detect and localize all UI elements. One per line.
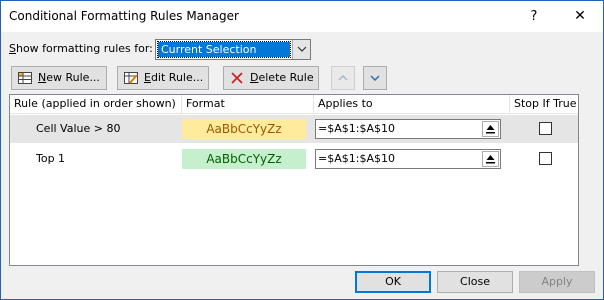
chevron-down-icon[interactable] bbox=[292, 40, 310, 59]
format-preview: AaBbCcYyZz bbox=[182, 149, 306, 169]
rules-manager-dialog: Conditional Formatting Rules Manager ? ✕… bbox=[0, 0, 604, 300]
title-bar: Conditional Formatting Rules Manager ? ✕ bbox=[1, 1, 603, 32]
new-rule-icon bbox=[18, 72, 32, 84]
rule-row[interactable]: Cell Value > 80 AaBbCcYyZz =$A$1:$A$10 bbox=[10, 115, 578, 143]
move-down-button[interactable] bbox=[363, 66, 387, 90]
range-collapse-icon[interactable] bbox=[482, 121, 499, 137]
show-rules-label: Show formatting rules for: bbox=[9, 42, 153, 55]
applies-to-value: =$A$1:$A$10 bbox=[318, 152, 395, 165]
close-window-button[interactable]: ✕ bbox=[557, 1, 603, 32]
edit-rule-icon bbox=[124, 72, 138, 84]
help-button[interactable]: ? bbox=[511, 1, 557, 32]
rule-row[interactable]: Top 1 AaBbCcYyZz =$A$1:$A$10 bbox=[10, 145, 578, 173]
move-up-button[interactable] bbox=[331, 66, 355, 90]
close-button[interactable]: Close bbox=[437, 271, 513, 293]
dropdown-selected-value: Current Selection bbox=[157, 41, 291, 58]
ok-button[interactable]: OK bbox=[355, 271, 431, 293]
delete-rule-button[interactable]: Delete Rule bbox=[223, 66, 319, 90]
grid-header: Rule (applied in order shown) Format App… bbox=[10, 95, 578, 114]
range-collapse-icon[interactable] bbox=[482, 151, 499, 167]
new-rule-button[interactable]: New Rule... bbox=[11, 66, 107, 90]
format-preview: AaBbCcYyZz bbox=[182, 119, 306, 139]
column-header-format: Format bbox=[182, 95, 314, 114]
column-header-stop-if-true: Stop If True bbox=[514, 97, 577, 110]
column-header-applies-to: Applies to bbox=[314, 95, 510, 114]
rule-description: Cell Value > 80 bbox=[36, 122, 121, 135]
applies-to-input[interactable]: =$A$1:$A$10 bbox=[315, 119, 501, 139]
chevron-up-icon bbox=[338, 74, 348, 81]
column-header-rule: Rule (applied in order shown) bbox=[10, 95, 182, 114]
rules-grid: Rule (applied in order shown) Format App… bbox=[9, 94, 579, 266]
stop-if-true-checkbox[interactable] bbox=[539, 122, 552, 135]
applies-to-value: =$A$1:$A$10 bbox=[318, 122, 395, 135]
applies-to-input[interactable]: =$A$1:$A$10 bbox=[315, 149, 501, 169]
stop-if-true-checkbox[interactable] bbox=[539, 152, 552, 165]
delete-icon bbox=[231, 72, 243, 84]
show-rules-dropdown[interactable]: Current Selection bbox=[155, 39, 311, 60]
edit-rule-button[interactable]: Edit Rule... bbox=[117, 66, 209, 90]
dialog-title: Conditional Formatting Rules Manager bbox=[9, 9, 239, 23]
rule-description: Top 1 bbox=[36, 152, 66, 165]
apply-button[interactable]: Apply bbox=[519, 271, 595, 293]
chevron-down-icon bbox=[370, 75, 380, 82]
